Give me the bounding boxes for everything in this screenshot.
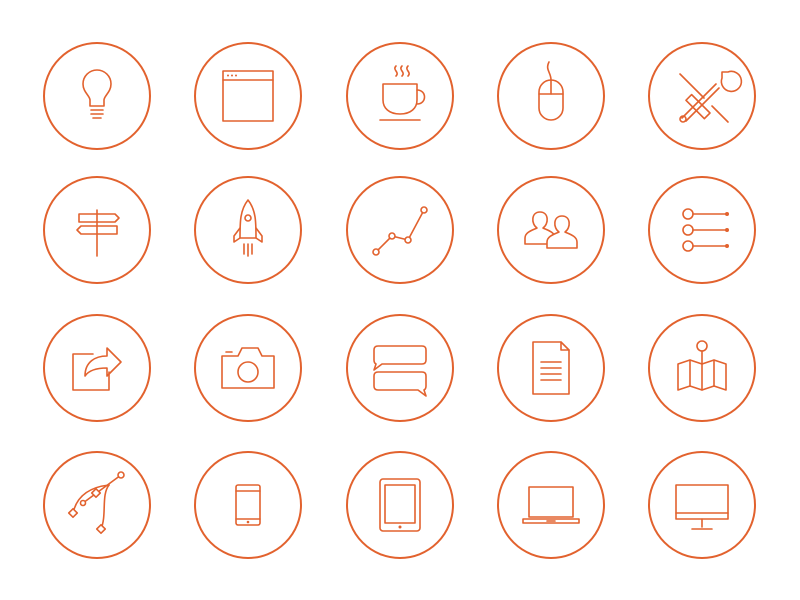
coffee-cup-icon (346, 42, 454, 150)
list-options-icon (648, 176, 756, 284)
chat-bubbles-icon (346, 314, 454, 422)
signpost-icon (43, 176, 151, 284)
users-icon (497, 176, 605, 284)
rocket-icon (194, 176, 302, 284)
camera-icon (194, 314, 302, 422)
bezier-curve-icon (43, 451, 151, 559)
tools-wrench-screwdriver-icon (648, 42, 756, 150)
computer-mouse-icon (497, 42, 605, 150)
map-pin-icon (648, 314, 756, 422)
icon-grid (0, 0, 800, 600)
tablet-icon (346, 451, 454, 559)
desktop-monitor-icon (648, 451, 756, 559)
browser-window-icon (194, 42, 302, 150)
document-icon (497, 314, 605, 422)
laptop-icon (497, 451, 605, 559)
lightbulb-icon (43, 42, 151, 150)
smartphone-icon (194, 451, 302, 559)
line-graph-icon (346, 176, 454, 284)
share-export-icon (43, 314, 151, 422)
